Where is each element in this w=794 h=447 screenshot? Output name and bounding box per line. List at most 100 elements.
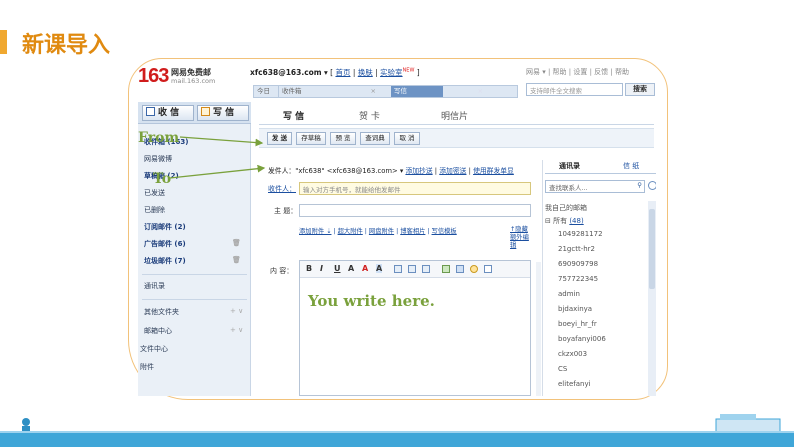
- sidebar-item-other-folders[interactable]: 其他文件夹 + ∨: [144, 307, 243, 317]
- sidebar-item-file-center[interactable]: 文件中心: [140, 344, 168, 354]
- tab-today[interactable]: 今日: [254, 86, 278, 97]
- list-icon[interactable]: [408, 265, 416, 273]
- receive-label: 收 信: [158, 108, 180, 118]
- my-mailbox-item[interactable]: 我自己的邮箱: [545, 203, 587, 213]
- message-editor[interactable]: B I U A A A You write here.: [299, 260, 531, 396]
- bold-button[interactable]: B: [306, 264, 312, 273]
- annotation-from: From: [138, 130, 180, 146]
- expand-icon[interactable]: + ∨: [230, 326, 243, 334]
- contact-item[interactable]: boeyi_hr_fr: [558, 320, 597, 328]
- contacts-scroll-thumb[interactable]: [649, 209, 655, 289]
- add-bcc-link[interactable]: 添加密送: [439, 167, 466, 175]
- italic-button[interactable]: I: [320, 264, 323, 273]
- add-contact-icon[interactable]: [648, 181, 656, 190]
- compose-toolbar: 发 送 存草稿 预 览 查词典 取 消: [259, 128, 654, 148]
- add-attachment-link[interactable]: 添加附件 ⇣: [299, 228, 331, 235]
- preview-button[interactable]: 预 览: [330, 132, 356, 145]
- tab-write-letter[interactable]: 写 信: [283, 109, 304, 122]
- close-icon[interactable]: ×: [371, 86, 376, 97]
- emoji-icon[interactable]: [470, 265, 478, 273]
- to-label[interactable]: 收件人：: [268, 184, 296, 194]
- font-color-button[interactable]: A: [362, 264, 368, 273]
- contact-item[interactable]: 690909798: [558, 260, 598, 268]
- receive-button[interactable]: 收 信: [142, 105, 194, 121]
- sidebar-item-spam[interactable]: 垃圾邮件 (7) 🗑: [144, 256, 241, 266]
- contacts-panel: 通讯录 信 纸 查找联系人... ⚲ 我自己的邮箱 ⊟ 所有 (48) 1049…: [542, 160, 656, 396]
- sidebar-item-deleted[interactable]: 已删除: [144, 205, 165, 215]
- tab-contacts[interactable]: 通讯录: [559, 161, 580, 171]
- tab-inbox[interactable]: 收件箱 ×: [278, 86, 380, 97]
- expand-icon[interactable]: + ∨: [230, 307, 243, 315]
- send-button[interactable]: 发 送: [267, 132, 292, 145]
- sidebar-item-sent[interactable]: 已发送: [144, 188, 165, 198]
- blog-photo-link[interactable]: 博客相片: [400, 228, 425, 235]
- skin-link[interactable]: 换肤: [358, 68, 373, 77]
- image-icon[interactable]: [442, 265, 450, 273]
- contact-item[interactable]: 21gctt-hr2: [558, 245, 595, 253]
- tab-compose[interactable]: 写信 ×: [391, 86, 483, 97]
- trash-icon[interactable]: 🗑: [232, 239, 241, 247]
- font-size-button[interactable]: A: [348, 264, 354, 273]
- all-contacts-label: 所有: [553, 217, 568, 225]
- close-icon[interactable]: ×: [478, 86, 483, 97]
- large-attachment-link[interactable]: 超大附件: [338, 228, 363, 235]
- from-label: 发件人：: [268, 167, 296, 175]
- sidebar-item-ads[interactable]: 广告邮件 (6) 🗑: [144, 239, 241, 249]
- cloud-attachment-link[interactable]: 网盘附件: [369, 228, 394, 235]
- contact-item[interactable]: CS: [558, 365, 567, 373]
- dictionary-button[interactable]: 查词典: [360, 132, 390, 145]
- write-button[interactable]: 写 信: [197, 105, 249, 121]
- sidebar-item-contacts[interactable]: 通讯录: [144, 281, 165, 291]
- lab-link[interactable]: 实验室: [380, 68, 403, 77]
- building-icon: [715, 414, 781, 433]
- search-icon[interactable]: ⚲: [637, 181, 642, 189]
- mail-search-button[interactable]: 搜索: [625, 83, 655, 96]
- trash-icon[interactable]: 🗑: [232, 256, 241, 264]
- home-link[interactable]: 首页: [335, 68, 350, 77]
- contact-item[interactable]: elitefanyi: [558, 380, 591, 388]
- top-right-links[interactable]: 网易 ▾ | 帮助 | 设置 | 反馈 | 帮助: [526, 67, 629, 77]
- all-contacts-count[interactable]: (48): [569, 217, 583, 225]
- highlight-button[interactable]: A: [376, 264, 383, 273]
- align-icon[interactable]: [394, 265, 402, 273]
- annotation-to: To: [153, 171, 172, 187]
- contact-search-input[interactable]: 查找联系人... ⚲: [545, 180, 645, 193]
- inbox-icon: [146, 107, 155, 116]
- hide-extra-edit-link[interactable]: ↑隐藏额外编辑: [510, 226, 534, 250]
- sidebar-item-ads-label: 广告邮件 (6): [144, 240, 186, 248]
- sidebar-item-mail-center[interactable]: 邮箱中心 + ∨: [144, 326, 243, 336]
- account-name[interactable]: xfc638@163.com: [250, 68, 322, 77]
- contacts-scrollbar[interactable]: [648, 201, 656, 396]
- left-sidebar: 收 信 写 信 收件箱 (163) 网易微博 草稿箱 (2) 已发送 已删除 订…: [138, 102, 251, 396]
- group-send-link[interactable]: 使用群发单显: [473, 167, 514, 175]
- cancel-button[interactable]: 取 消: [394, 132, 420, 145]
- indent-icon[interactable]: [422, 265, 430, 273]
- contact-item[interactable]: 757722345: [558, 275, 598, 283]
- add-cc-link[interactable]: 添加抄送: [405, 167, 432, 175]
- letter-template-link[interactable]: 写信模板: [432, 228, 457, 235]
- from-select[interactable]: "xfc638" <xfc638@163.com> ▾: [295, 167, 403, 175]
- tab-greeting-card[interactable]: 贺 卡: [359, 109, 380, 122]
- to-field[interactable]: 输入对方手机号，就能给他发邮件: [299, 182, 531, 195]
- sidebar-item-spam-label: 垃圾邮件 (7): [144, 257, 186, 265]
- save-draft-button[interactable]: 存草稿: [296, 132, 326, 145]
- contact-item[interactable]: ckzx003: [558, 350, 587, 358]
- subject-field[interactable]: [299, 204, 531, 217]
- tab-postcard[interactable]: 明信片: [441, 109, 468, 122]
- sidebar-item-attachments[interactable]: 附件: [140, 362, 154, 372]
- all-contacts-item[interactable]: ⊟ 所有 (48): [545, 216, 584, 226]
- mail-window: 163 网易免费邮 mail.163.com xfc638@163.com ▾ …: [138, 62, 656, 396]
- sidebar-item-weibo[interactable]: 网易微博: [144, 154, 172, 164]
- contact-item[interactable]: bjdaxinya: [558, 305, 592, 313]
- signature-icon[interactable]: [484, 265, 492, 273]
- contact-item[interactable]: 1049281172: [558, 230, 603, 238]
- underline-button[interactable]: U: [334, 264, 341, 273]
- mail-search-input[interactable]: 支持邮件全文搜索: [526, 83, 623, 96]
- insert-icon[interactable]: [456, 265, 464, 273]
- tab-stationery[interactable]: 信 纸: [623, 161, 639, 171]
- contact-item[interactable]: boyafanyi006: [558, 335, 606, 343]
- editor-scrollbar[interactable]: [536, 262, 541, 396]
- contact-item[interactable]: admin: [558, 290, 580, 298]
- account-line: xfc638@163.com ▾ [ 首页 | 换肤 | 实验室NEW ]: [250, 67, 420, 78]
- sidebar-item-subscriptions[interactable]: 订阅邮件 (2): [144, 222, 186, 232]
